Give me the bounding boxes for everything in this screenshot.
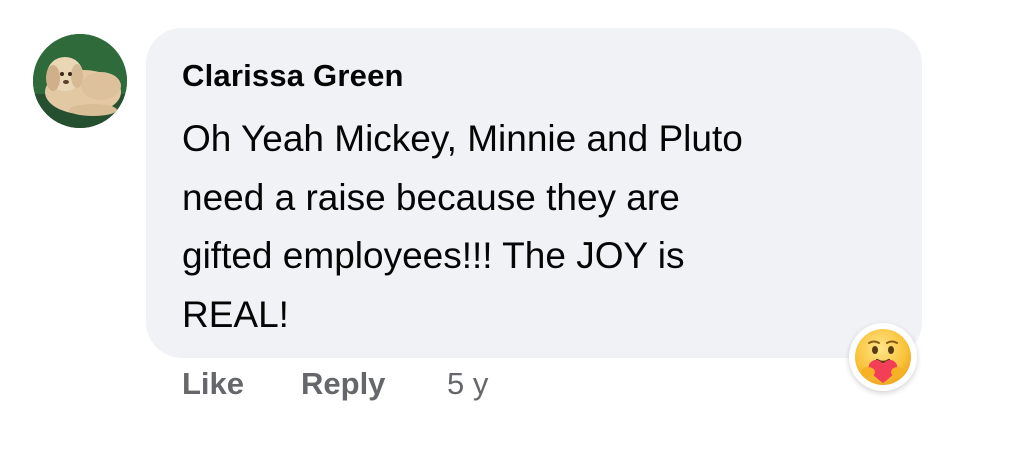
reaction-badge[interactable] (849, 323, 917, 391)
comment-text-line: need a raise because they are (182, 176, 680, 218)
comment-text-line: REAL! (182, 293, 289, 335)
reply-button[interactable]: Reply (301, 366, 385, 402)
comment-text: Oh Yeah Mickey, Minnie and Pluto need a … (182, 110, 882, 344)
avatar[interactable] (33, 34, 127, 128)
dog-photo-icon (33, 34, 127, 128)
comment-author[interactable]: Clarissa Green (182, 58, 404, 94)
comment-text-line: Oh Yeah Mickey, Minnie and Pluto (182, 118, 743, 159)
like-button[interactable]: Like (182, 366, 244, 402)
comment-timestamp[interactable]: 5 y (447, 366, 488, 402)
comment-text-line: gifted employees!!! The JOY is (182, 235, 685, 276)
comment-item: Clarissa Green Oh Yeah Mickey, Minnie an… (0, 0, 1024, 454)
care-reaction-icon (855, 329, 911, 385)
